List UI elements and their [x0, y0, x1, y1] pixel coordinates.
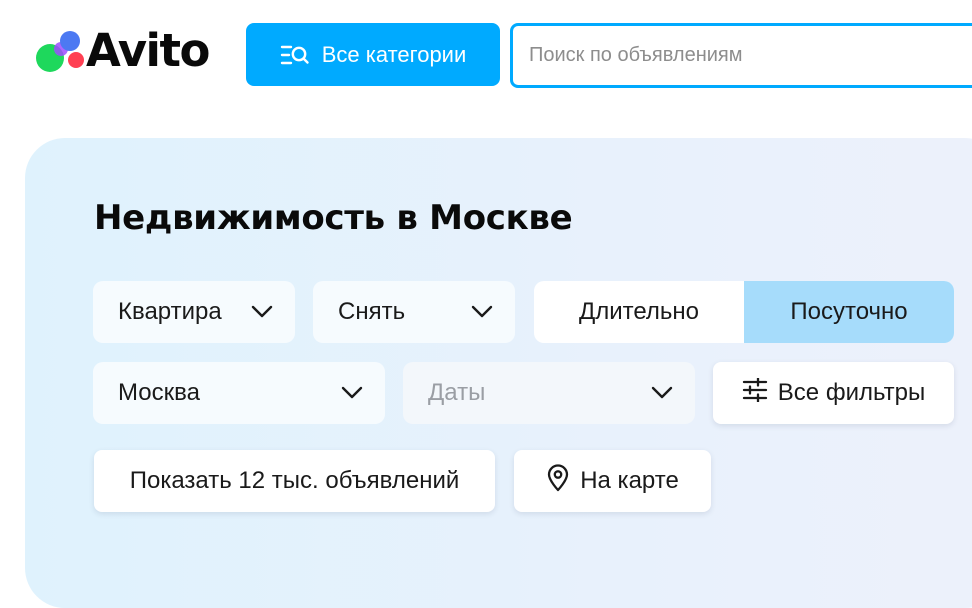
search-box[interactable] [510, 23, 972, 88]
chevron-down-icon [471, 305, 493, 319]
map-button[interactable]: На карте [514, 450, 711, 512]
chevron-down-icon [341, 386, 363, 400]
all-categories-button[interactable]: Все категории [246, 23, 500, 86]
all-filters-label: Все фильтры [777, 379, 926, 406]
sliders-icon [742, 376, 768, 409]
property-type-value: Квартира [118, 298, 222, 325]
show-listings-label: Показать 12 тыс. объявлений [129, 467, 460, 494]
avito-logo[interactable]: Avito [34, 24, 214, 78]
city-select[interactable]: Москва [93, 362, 385, 424]
rent-period-long[interactable]: Длительно [534, 281, 744, 343]
site-header: Avito Все категории [0, 0, 972, 110]
page-title: Недвижимость в Москве [94, 198, 573, 238]
deal-type-select[interactable]: Снять [313, 281, 515, 343]
rent-period-daily[interactable]: Посуточно [744, 281, 954, 343]
map-label: На карте [580, 467, 679, 494]
list-search-icon [280, 44, 310, 66]
all-filters-button[interactable]: Все фильтры [713, 362, 954, 424]
map-pin-icon [546, 463, 570, 499]
rent-period-toggle: Длительно Посуточно [534, 281, 954, 343]
city-value: Москва [118, 379, 200, 406]
show-listings-button[interactable]: Показать 12 тыс. объявлений [94, 450, 495, 512]
dates-placeholder: Даты [428, 379, 486, 406]
chevron-down-icon [251, 305, 273, 319]
deal-type-value: Снять [338, 298, 406, 325]
dates-select[interactable]: Даты [403, 362, 695, 424]
logo-text: Avito [86, 24, 210, 77]
chevron-down-icon [651, 386, 673, 400]
logo-dots-icon [34, 28, 88, 78]
all-categories-label: Все категории [321, 41, 467, 67]
property-type-select[interactable]: Квартира [93, 281, 295, 343]
search-input[interactable] [527, 43, 971, 68]
